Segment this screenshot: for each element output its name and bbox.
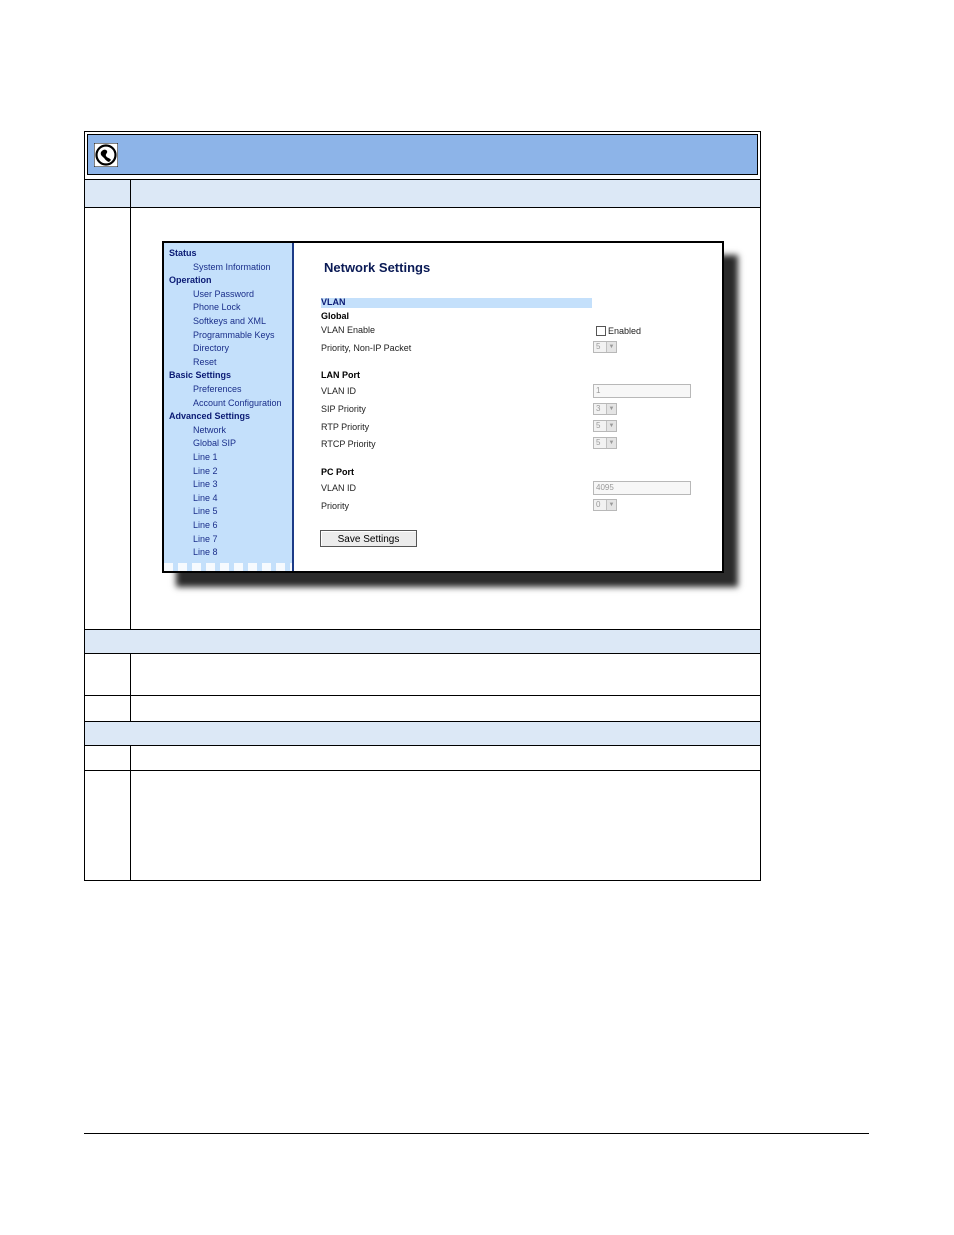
- nav-link[interactable]: Line 5: [193, 506, 218, 516]
- row-divider: [85, 695, 760, 696]
- rtp-priority-label: RTP Priority: [321, 422, 370, 432]
- global-heading: Global: [321, 311, 350, 321]
- nav-section-heading: Operation: [169, 275, 212, 286]
- priority-non-ip-value: 5: [596, 342, 601, 351]
- nav-link[interactable]: User Password: [193, 289, 254, 299]
- nav-section-heading: Basic Settings: [169, 370, 232, 381]
- column-divider: [130, 745, 131, 880]
- rtcp-priority-value: 5: [596, 438, 601, 447]
- chevron-down-icon: ▼: [606, 342, 616, 352]
- nav-link[interactable]: Line 6: [193, 520, 218, 530]
- pc-vlan-id-label: VLAN ID: [321, 483, 357, 493]
- page-title: Network Settings: [324, 260, 431, 275]
- lan-vlan-id-value: 1: [596, 386, 601, 395]
- lan-port-heading: LAN Port: [321, 370, 360, 380]
- rtcp-priority-label: RTCP Priority: [321, 439, 376, 449]
- sip-priority-label: SIP Priority: [321, 404, 366, 414]
- web-ui-globe-icon: [94, 143, 118, 167]
- pc-vlan-id-value: 4095: [596, 483, 614, 492]
- nav-link[interactable]: Network: [193, 425, 226, 435]
- rtp-priority-value: 5: [596, 421, 601, 430]
- row-divider: [85, 179, 760, 180]
- nav-link[interactable]: Account Configuration: [193, 398, 282, 408]
- pc-priority-label: Priority: [321, 501, 350, 511]
- row-divider: [85, 629, 760, 630]
- pc-vlan-id-input[interactable]: 4095: [593, 481, 691, 495]
- nav-fade: [164, 563, 292, 571]
- nav-link[interactable]: Global SIP: [193, 438, 236, 448]
- sidebar-nav: Line 8 Line 7 Line 6 Line 5 Line 4 Line 3 Line…: [164, 243, 294, 571]
- row-divider: [85, 721, 760, 722]
- vlan-enable-checkbox[interactable]: [596, 326, 606, 336]
- nav-link[interactable]: System Information: [193, 262, 271, 272]
- vlan-enable-label: VLAN Enable: [321, 325, 376, 335]
- nav-link[interactable]: Line 2: [193, 466, 218, 476]
- nav-link[interactable]: Programmable Keys: [193, 330, 275, 340]
- table-section-row: [85, 721, 760, 745]
- nav-section-heading: Advanced Settings: [169, 411, 251, 422]
- nav-link[interactable]: Line 3: [193, 479, 218, 489]
- priority-non-ip-label: Priority, Non-IP Packet: [321, 343, 412, 353]
- column-divider: [130, 653, 131, 721]
- sip-priority-select[interactable]: 3 ▼: [593, 403, 617, 415]
- nav-link[interactable]: Line 1: [193, 452, 218, 462]
- enabled-label: Enabled: [608, 326, 642, 336]
- nav-link[interactable]: Line 8: [193, 547, 218, 557]
- row-divider: [85, 770, 760, 771]
- network-settings-screenshot: Line 8 Line 7 Line 6 Line 5 Line 4 Line 3 Line…: [162, 241, 724, 573]
- priority-non-ip-select[interactable]: 5 ▼: [593, 341, 617, 353]
- row-divider: [85, 745, 760, 746]
- sip-priority-value: 3: [596, 404, 601, 413]
- vlan-section-label: VLAN: [321, 297, 346, 307]
- nav-link[interactable]: Line 7: [193, 534, 218, 544]
- table-header-bar: [87, 134, 758, 175]
- pc-port-heading: PC Port: [321, 467, 355, 477]
- chevron-down-icon: ▼: [606, 500, 616, 510]
- lan-vlan-id-label: VLAN ID: [321, 386, 357, 396]
- nav-link[interactable]: Softkeys and XML: [193, 316, 266, 326]
- table-section-row: [85, 629, 760, 653]
- footer-rule: [84, 1133, 869, 1134]
- lan-vlan-id-input[interactable]: 1: [593, 384, 691, 398]
- nav-link[interactable]: Directory: [193, 343, 229, 353]
- vlan-section-bar: VLAN: [321, 297, 592, 308]
- pc-priority-select[interactable]: 0 ▼: [593, 499, 617, 511]
- nav-link[interactable]: Reset: [193, 357, 217, 367]
- chevron-down-icon: ▼: [606, 404, 616, 414]
- pc-priority-value: 0: [596, 500, 601, 509]
- chevron-down-icon: ▼: [606, 438, 616, 448]
- column-divider: [130, 179, 131, 629]
- nav-section-heading: Status: [169, 248, 197, 258]
- rtp-priority-select[interactable]: 5 ▼: [593, 420, 617, 432]
- rtcp-priority-select[interactable]: 5 ▼: [593, 437, 617, 449]
- save-settings-button[interactable]: Save Settings: [320, 530, 417, 547]
- nav-link[interactable]: Line 4: [193, 493, 218, 503]
- table-column-header-row: [85, 179, 760, 207]
- row-divider: [85, 653, 760, 654]
- row-divider: [85, 207, 760, 208]
- nav-link[interactable]: Preferences: [193, 384, 242, 394]
- nav-link[interactable]: Phone Lock: [193, 302, 241, 312]
- chevron-down-icon: ▼: [606, 421, 616, 431]
